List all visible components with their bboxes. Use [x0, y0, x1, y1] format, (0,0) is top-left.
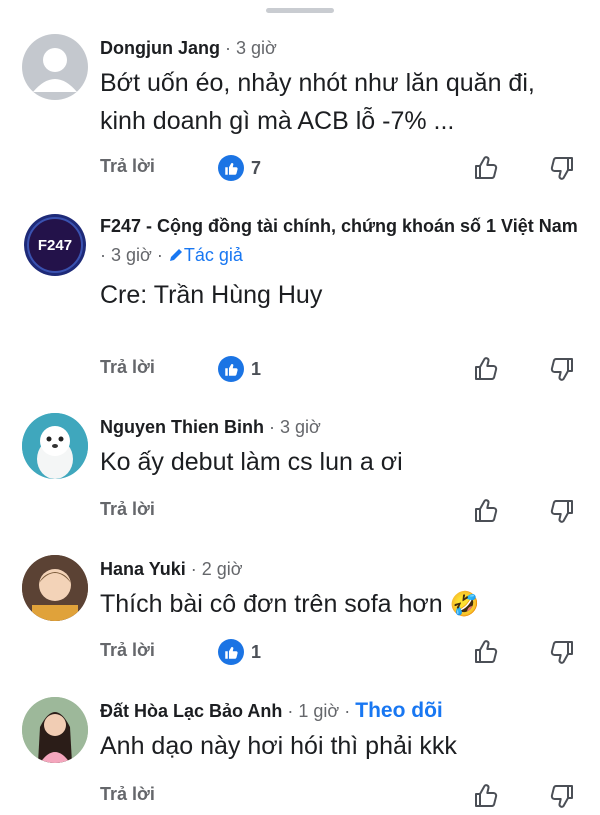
thumbs-down-icon[interactable] [548, 782, 576, 815]
like-count: 7 [251, 157, 262, 178]
author-name[interactable]: Hana Yuki [100, 559, 186, 579]
avatar[interactable] [22, 413, 88, 479]
comment-header: Đất Hòa Lạc Bảo Anh · 1 giờ · Theo dõi [100, 697, 580, 725]
follow-button[interactable]: Theo dõi [355, 699, 443, 722]
avatar[interactable] [22, 34, 88, 100]
child-avatar-image [22, 555, 88, 621]
separator: · [190, 559, 197, 579]
comment-time: 3 giờ [280, 417, 321, 437]
separator: · [156, 245, 163, 265]
pencil-icon [169, 249, 182, 261]
comment-time: 2 giờ [201, 559, 243, 579]
comment-body: Dongjun Jang · 3 giờ Bớt uốn éo, nhảy nh… [100, 34, 580, 140]
avatar[interactable]: F247 [22, 212, 88, 278]
thumbs-down-icon[interactable] [548, 497, 576, 530]
laughing-emoji: 🤣 [449, 591, 480, 618]
separator: · [225, 38, 232, 58]
like-summary[interactable]: 7 [218, 154, 261, 182]
comment-body: Nguyen Thien Binh · 3 giờ Ko ấy debut là… [100, 413, 580, 481]
comment-header: Hana Yuki · 2 giờ [100, 555, 580, 583]
avatar[interactable] [22, 697, 88, 763]
comment-body: F247 - Cộng đồng tài chính, chứng khoán … [100, 212, 580, 314]
seal-avatar-image [22, 413, 88, 479]
comment-body: Đất Hòa Lạc Bảo Anh · 1 giờ · Theo dõi A… [100, 697, 580, 765]
author-badge: Tác giả [168, 245, 243, 265]
like-badge-icon [218, 639, 244, 665]
author-name[interactable]: Đất Hòa Lạc Bảo Anh [100, 701, 282, 721]
reply-button[interactable]: Trả lời [100, 640, 155, 661]
thumbs-up-icon[interactable] [472, 154, 500, 187]
like-badge-icon [218, 356, 244, 382]
f247-logo: F247 [24, 214, 86, 276]
comment-time: 3 giờ [236, 38, 277, 58]
thumbs-up-icon[interactable] [472, 497, 500, 530]
comment-body: Hana Yuki · 2 giờ Thích bài cô đơn trên … [100, 555, 580, 624]
comment-text: Anh dạo này hơi hói thì phải kkk [100, 732, 457, 760]
comment-text: Bớt uốn éo, nhảy nhót như lăn quăn đi, k… [100, 69, 535, 135]
separator: · [269, 417, 276, 437]
separator: · [344, 701, 351, 721]
like-summary[interactable]: 1 [218, 638, 261, 666]
woman-avatar-image [22, 697, 88, 763]
author-name[interactable]: Nguyen Thien Binh [100, 417, 264, 437]
reply-button[interactable]: Trả lời [100, 357, 155, 378]
comment-text: Cre: Trần Hùng Huy [100, 281, 323, 309]
comment-header: Dongjun Jang · 3 giờ [100, 34, 580, 62]
thumbs-down-icon[interactable] [548, 154, 576, 187]
comment-header: F247 - Cộng đồng tài chính, chứng khoán … [100, 212, 580, 240]
comment-header: Nguyen Thien Binh · 3 giờ [100, 413, 580, 441]
comment-text: Ko ấy debut làm cs lun a ơi [100, 448, 403, 476]
reply-button[interactable]: Trả lời [100, 499, 155, 520]
drag-handle[interactable] [266, 8, 334, 13]
reply-button[interactable]: Trả lời [100, 784, 155, 805]
comment-actions: Trả lời [100, 782, 600, 812]
comment-time: 3 giờ [111, 245, 152, 265]
thumbs-down-icon[interactable] [548, 638, 576, 671]
default-avatar-icon [33, 48, 77, 92]
thumbs-up-icon[interactable] [472, 355, 500, 388]
thumbs-up-icon[interactable] [472, 782, 500, 815]
comment-actions: Trả lời 1 [100, 638, 600, 668]
comment-actions: Trả lời 1 [100, 355, 600, 385]
avatar[interactable] [22, 555, 88, 621]
separator: · [100, 245, 106, 265]
like-count: 1 [251, 358, 262, 379]
comment-meta: · 3 giờ · Tác giả [100, 242, 580, 268]
thumbs-down-icon[interactable] [548, 355, 576, 388]
author-name[interactable]: Dongjun Jang [100, 38, 220, 58]
separator: · [287, 701, 294, 721]
like-count: 1 [251, 641, 262, 662]
comment-time: 1 giờ [298, 701, 340, 721]
reply-button[interactable]: Trả lời [100, 156, 155, 177]
f247-logo-text: F247 [38, 237, 72, 254]
comment-text: Thích bài cô đơn trên sofa hơn 🤣 [100, 585, 580, 624]
comment-actions: Trả lời [100, 497, 600, 527]
thumbs-up-icon[interactable] [472, 638, 500, 671]
comment-text-content: Thích bài cô đơn trên sofa hơn [100, 590, 443, 618]
author-name[interactable]: F247 - Cộng đồng tài chính, chứng khoán … [100, 216, 578, 236]
like-badge-icon [218, 155, 244, 181]
like-summary[interactable]: 1 [218, 355, 261, 383]
comment-actions: Trả lời 7 [100, 154, 600, 184]
